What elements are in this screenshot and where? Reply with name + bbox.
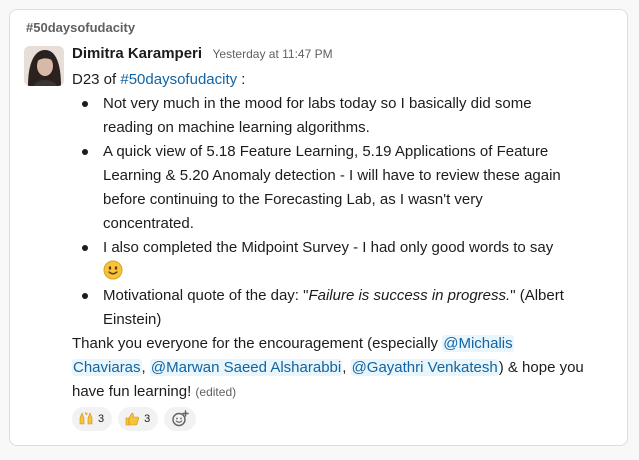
message-body: D23 of #50daysofudacity : Not very much … [72,68,624,404]
thumbs-up-icon [125,412,140,426]
bullet-line: Learning & 5.20 Anomaly detection - I wi… [103,167,561,184]
bullet-line: Einstein) [103,311,162,328]
closing-line-2: Chaviaras, @Marwan Saeed Alsharabbi, @Ga… [72,356,624,380]
quote-suffix: " (Albert [510,287,564,304]
closing-text: have fun learning! [72,383,196,400]
mention-michalis[interactable]: @Michalis [442,335,514,352]
bullet-line: concentrated. [103,215,194,232]
mention-gayathri[interactable]: @Gayathri Venkatesh [350,359,499,376]
intro-prefix: D23 of [72,71,121,88]
bullet-list: Not very much in the mood for labs today… [72,92,624,332]
intro-line: D23 of #50daysofudacity : [72,68,624,92]
channel-name[interactable]: #50daysofudacity [26,20,135,35]
bullet-line: reading on machine learning algorithms. [103,119,370,136]
add-emoji-icon [172,410,189,427]
closing-line-1: Thank you everyone for the encouragement… [72,332,624,356]
intro-suffix: : [237,71,246,88]
mention-marwan[interactable]: @Marwan Saeed Alsharabbi [149,359,343,376]
quote-prefix: Motivational quote of the day: " [103,287,309,304]
closing-text: Thank you everyone for the encouragement… [72,335,443,352]
list-item: I also completed the Midpoint Survey - I… [72,236,624,284]
closing-line-3: have fun learning! (edited) [72,380,624,404]
quote-text: Failure is success in progress. [308,287,511,304]
slightly-smiling-face-icon [103,260,123,280]
reactions-bar: 3 3 [72,407,197,431]
message-card: #50daysofudacity Dimitra Karamperi Yeste… [9,9,628,446]
add-reaction-button[interactable] [164,407,197,431]
separator: , [141,359,150,376]
hashtag-link[interactable]: #50daysofudacity [120,71,237,88]
reaction-count: 3 [98,413,105,425]
list-item: Not very much in the mood for labs today… [72,92,624,140]
raised-hands-icon [79,411,93,425]
message-timestamp[interactable]: Yesterday at 11:47 PM [213,47,333,61]
edited-label: (edited) [195,385,237,399]
message-header: Dimitra Karamperi Yesterday at 11:47 PM [72,45,333,63]
separator: , [342,359,351,376]
avatar[interactable] [24,46,64,86]
bullet-line: A quick view of 5.18 Feature Learning, 5… [103,143,549,160]
mention-michalis-cont[interactable]: Chaviaras [72,359,142,376]
bullet-line: Motivational quote of the day: "Failure … [103,284,624,308]
list-item: A quick view of 5.18 Feature Learning, 5… [72,140,624,236]
reaction-count: 3 [144,413,151,425]
reaction-raised-hands[interactable]: 3 [72,407,113,431]
list-item: Motivational quote of the day: "Failure … [72,284,624,332]
bullet-line: I also completed the Midpoint Survey - I… [103,239,554,256]
reaction-thumbs-up[interactable]: 3 [118,407,159,431]
emoji-line [103,260,624,284]
closing-text: ) & hope you [498,359,584,376]
bullet-line: before continuing to the Forecasting Lab… [103,191,483,208]
author-name[interactable]: Dimitra Karamperi [72,45,202,62]
bullet-line: Not very much in the mood for labs today… [103,95,532,112]
